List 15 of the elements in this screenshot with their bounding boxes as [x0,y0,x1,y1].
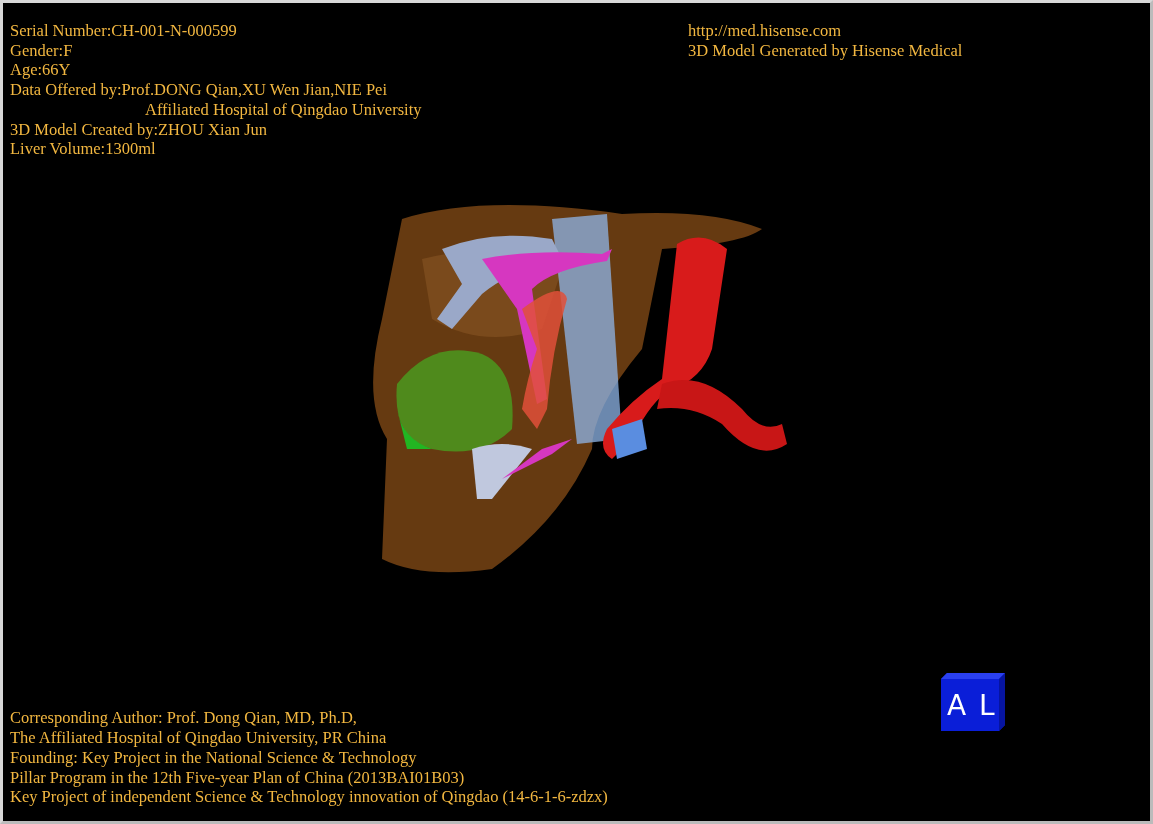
info-text: Corresponding Author: Prof. Dong Qian, MD, Ph.D, [10,708,358,729]
info-text: Data Offered by:Prof.DONG Qian,XU Wen Jian,NIE Pei [10,80,389,100]
info-text: Gender:F [10,40,74,61]
info-text: Founding: Key Project in the National Science & Technology [10,747,418,768]
info-text: http://med.hisense.com [688,21,843,41]
info-text: Pillar Program in the 12th Five-year Plan of China (2013BAI01B03) [10,767,466,788]
info-text: The Affiliated Hospital of Qingdao University, PR China [10,728,388,748]
info-text: 3D Model Generated by Hisense Medical [688,40,964,61]
info-text: Affiliated Hospital of Qingdao University [144,99,422,120]
info-text: Serial Number:CH-001-N-000599 [10,21,238,41]
info-text: 3D Model Created by:ZHOU Xian Jun [10,119,269,140]
orientation-cube: A L [941,673,1005,731]
info-text: Age:66Y [10,60,72,81]
info-text: Key Project of independent Science & Technology innovation of Qingdao (14-6-1-6-zdzx) [10,787,608,807]
info-text: Liver Volume:1300ml [10,139,157,159]
